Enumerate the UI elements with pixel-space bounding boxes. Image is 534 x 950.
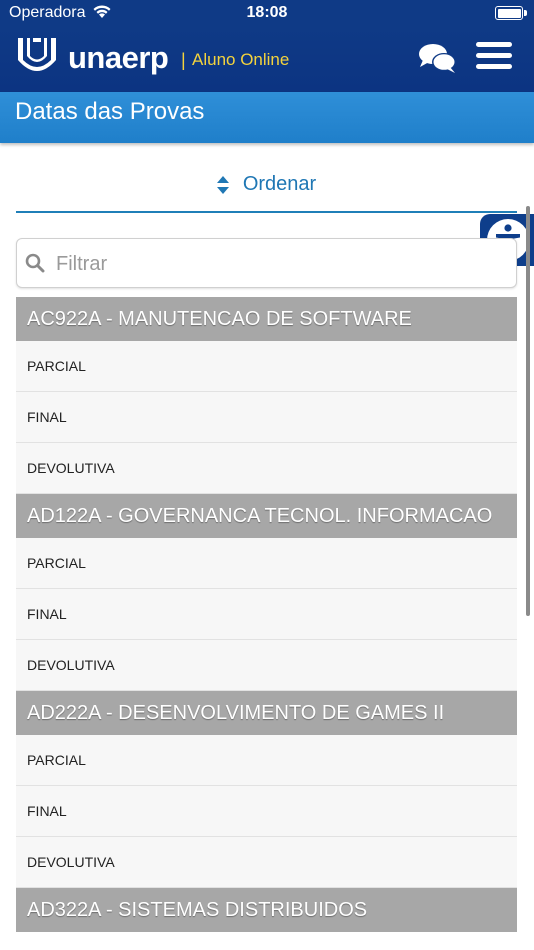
search-icon (25, 253, 45, 278)
exam-item[interactable]: FINAL (16, 786, 517, 837)
app-header: unaerp | Aluno Online (0, 26, 534, 92)
exam-item[interactable]: DEVOLUTIVA (16, 640, 517, 691)
status-time: 18:08 (246, 4, 288, 21)
exam-item[interactable]: FINAL (16, 392, 517, 443)
status-bar: Operadora 18:08 (0, 0, 534, 26)
filter-input[interactable] (54, 247, 488, 281)
course-header[interactable]: AD122A - GOVERNANCA TECNOL. INFORMACAO (16, 494, 517, 538)
exam-item[interactable]: PARCIAL (16, 735, 517, 786)
page-title: Datas das Provas (15, 98, 205, 125)
hamburger-menu-icon[interactable] (476, 42, 512, 74)
sort-button[interactable]: Ordenar (16, 163, 517, 213)
page-title-bar: Datas das Provas (0, 92, 534, 143)
brand-name: unaerp (68, 40, 169, 75)
chat-icon[interactable] (418, 42, 458, 76)
app-subtitle: Aluno Online (192, 50, 290, 69)
course-header[interactable]: AD222A - DESENVOLVIMENTO DE GAMES II (16, 691, 517, 735)
unaerp-logo-icon (16, 38, 58, 83)
exam-item[interactable]: DEVOLUTIVA (16, 443, 517, 494)
exam-item[interactable]: PARCIAL (16, 341, 517, 392)
sort-label: Ordenar (242, 173, 317, 195)
filter-field[interactable] (16, 238, 517, 288)
exam-list: AC922A - MANUTENCAO DE SOFTWARE PARCIAL … (16, 297, 517, 932)
sort-icon (216, 175, 229, 194)
scrollbar[interactable] (526, 206, 530, 616)
exam-item[interactable]: DEVOLUTIVA (16, 837, 517, 888)
course-header[interactable]: AC922A - MANUTENCAO DE SOFTWARE (16, 297, 517, 341)
exam-item[interactable]: FINAL (16, 589, 517, 640)
course-header[interactable]: AD322A - SISTEMAS DISTRIBUIDOS (16, 888, 517, 932)
brand-separator: | (181, 50, 186, 70)
battery-icon (495, 6, 527, 20)
exam-item[interactable]: PARCIAL (16, 538, 517, 589)
